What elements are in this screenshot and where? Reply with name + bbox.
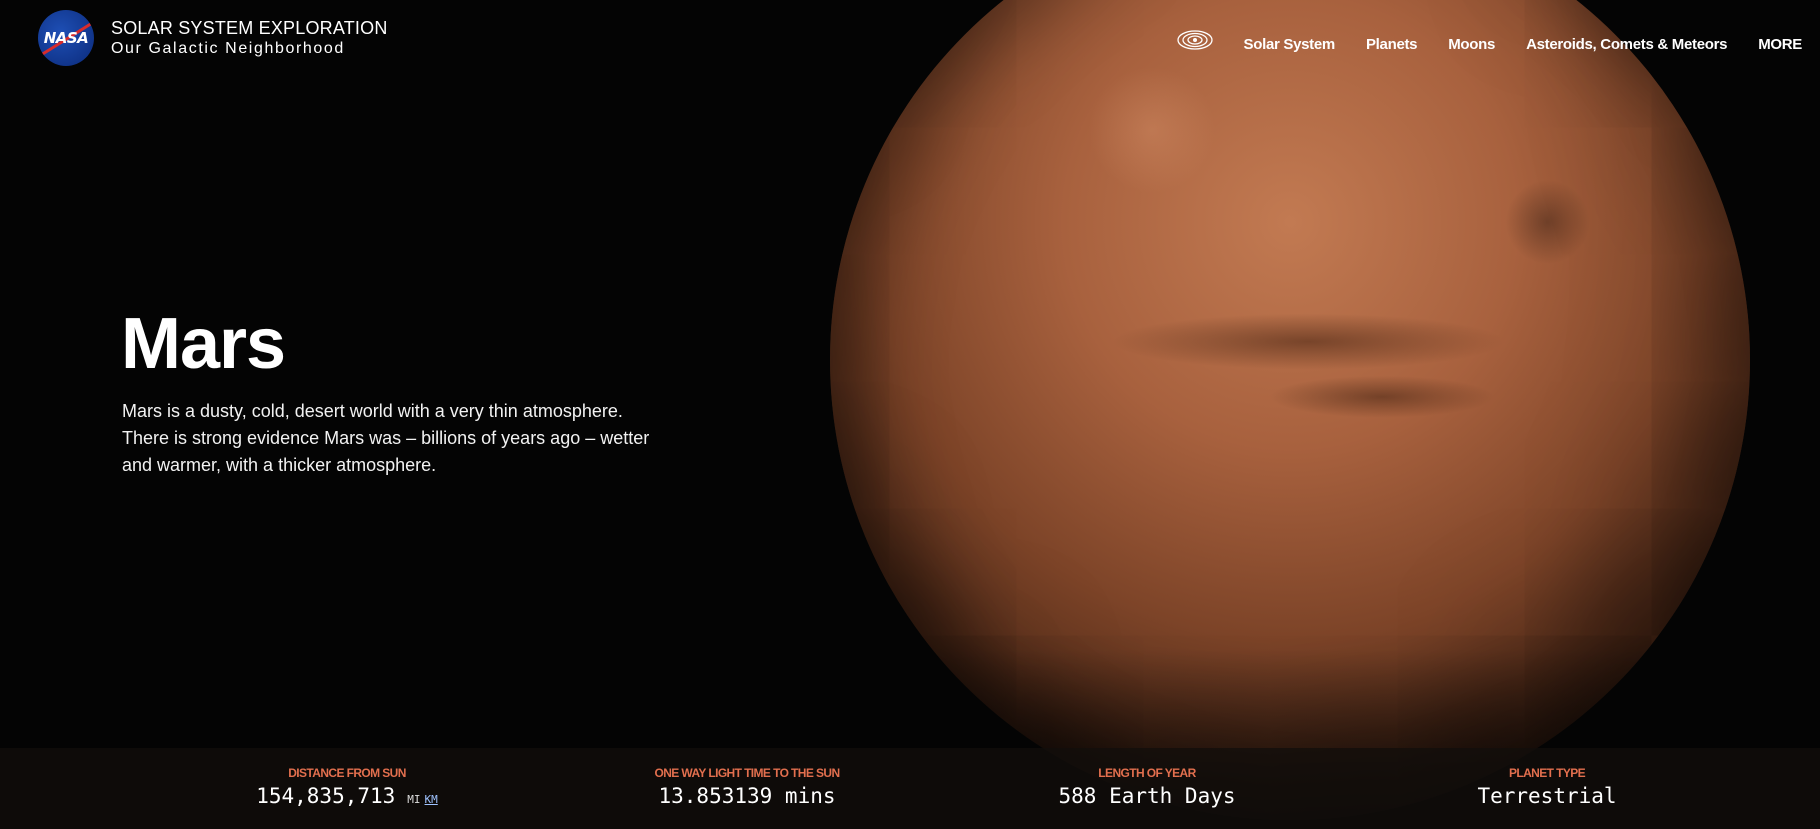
- fact-value: 588 Earth Days: [1058, 784, 1236, 808]
- unit-mi: MI: [407, 793, 421, 806]
- fact-value: 13.853139 mins: [658, 784, 836, 808]
- fact-label: LENGTH OF YEAR: [1098, 766, 1196, 780]
- nav-item-more[interactable]: MORE: [1758, 36, 1802, 53]
- fact-value-container: 154,835,713 MI KM: [256, 784, 438, 808]
- planet-facts-bar: DISTANCE FROM SUN 154,835,713 MI KM ONE WA…: [0, 748, 1820, 829]
- site-title[interactable]: SOLAR SYSTEM EXPLORATION: [111, 18, 388, 39]
- fact-label: DISTANCE FROM SUN: [288, 766, 406, 780]
- fact-planet-type: PLANET TYPE Terrestrial: [1477, 766, 1616, 808]
- nasa-logo[interactable]: NASA: [38, 10, 94, 66]
- fact-distance-from-sun: DISTANCE FROM SUN 154,835,713 MI KM: [256, 766, 438, 808]
- page-title: Mars: [121, 304, 286, 384]
- site-subtitle: Our Galactic Neighborhood: [111, 40, 345, 57]
- unit-km-toggle[interactable]: KM: [425, 793, 438, 806]
- main-nav: Solar System Planets Moons Asteroids, Co…: [1176, 30, 1802, 58]
- nav-item-moons[interactable]: Moons: [1448, 36, 1495, 53]
- logo-text: NASA: [43, 29, 89, 47]
- fact-light-time: ONE WAY LIGHT TIME TO THE SUN 13.853139 …: [654, 766, 840, 808]
- fact-value: 154,835,713: [256, 784, 396, 808]
- nav-item-planets[interactable]: Planets: [1366, 36, 1418, 53]
- fact-label: PLANET TYPE: [1508, 766, 1586, 780]
- site-header: NASA SOLAR SYSTEM EXPLORATION Our Galact…: [0, 0, 1820, 80]
- fact-value: Terrestrial: [1477, 784, 1617, 808]
- nav-item-asteroids-comets-meteors[interactable]: Asteroids, Comets & Meteors: [1526, 36, 1727, 53]
- planet-description: Mars is a dusty, cold, desert world with…: [122, 401, 650, 475]
- fact-label: ONE WAY LIGHT TIME TO THE SUN: [654, 766, 840, 780]
- nav-item-solar-system[interactable]: Solar System: [1244, 36, 1336, 53]
- fact-length-of-year: LENGTH OF YEAR 588 Earth Days: [1058, 766, 1235, 808]
- solar-system-orbit-icon[interactable]: [1176, 26, 1214, 54]
